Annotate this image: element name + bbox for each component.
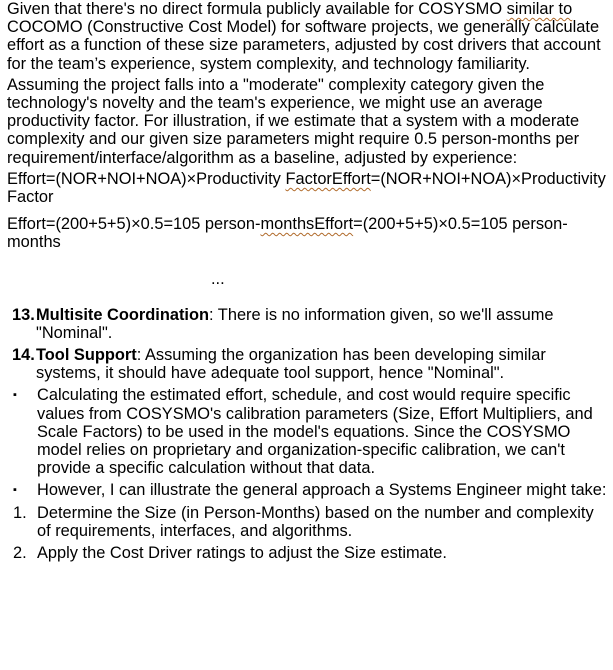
bullet-list: ▪ Calculating the estimated effort, sched… bbox=[7, 386, 607, 499]
intro-text-start: Given that there's no direct formula pub… bbox=[7, 0, 507, 18]
list-item-multisite: 13. Multisite Coordination: There is no i… bbox=[7, 306, 607, 342]
bullet-text: However, I can illustrate the general ap… bbox=[37, 481, 607, 500]
step-text: Determine the Size (in Person-Months) ba… bbox=[37, 503, 594, 540]
step-text: Apply the Cost Driver ratings to adjust … bbox=[37, 544, 447, 563]
effort-formula-start: Effort=(NOR+NOI+NOA)×Productivity bbox=[7, 169, 286, 188]
spelling-flagged-word-2: monthsEffort bbox=[260, 215, 354, 234]
square-bullet-icon: ▪ bbox=[13, 484, 17, 497]
ellipsis: ... bbox=[211, 269, 225, 288]
assumption-paragraph: Assuming the project falls into a "moder… bbox=[7, 75, 580, 167]
spelling-flagged-word: FactorEffort bbox=[285, 169, 371, 188]
effort-calculation: Effort=(200+5+5)×0.5=105 person-monthsEf… bbox=[7, 215, 607, 251]
spelling-flagged-phrase: similar to bbox=[506, 0, 573, 18]
step-number: 2. bbox=[13, 544, 27, 563]
square-bullet-icon: ▪ bbox=[13, 389, 17, 402]
step-item-cost-driver: 2. Apply the Cost Driver ratings to adjus… bbox=[7, 544, 607, 562]
bullet-item-calibration: ▪ Calculating the estimated effort, sched… bbox=[7, 386, 607, 477]
step-number: 1. bbox=[13, 503, 27, 522]
list-item-title: Multisite Coordination bbox=[36, 305, 209, 324]
bullet-text: Calculating the estimated effort, schedu… bbox=[37, 386, 593, 478]
intro-paragraph: Given that there's no direct formula pub… bbox=[7, 0, 607, 73]
list-item-tool-support: 14. Tool Support: Assuming the organizati… bbox=[7, 346, 607, 382]
cost-driver-list: 13. Multisite Coordination: There is no i… bbox=[7, 306, 607, 383]
effort-formula: Effort=(NOR+NOI+NOA)×Productivity Factor… bbox=[7, 170, 607, 206]
step-item-size: 1. Determine the Size (in Person-Months) … bbox=[7, 504, 607, 540]
document-body: Given that there's no direct formula pub… bbox=[7, 0, 607, 562]
list-number: 14. bbox=[12, 346, 35, 365]
intro-text-end: COCOMO (Constructive Cost Model) for sof… bbox=[7, 18, 601, 73]
list-item-title: Tool Support bbox=[36, 346, 137, 365]
steps-list: 1. Determine the Size (in Person-Months) … bbox=[7, 504, 607, 563]
effort-calc-start: Effort=(200+5+5)×0.5=105 person- bbox=[7, 215, 261, 234]
list-number: 13. bbox=[12, 305, 35, 324]
bullet-item-approach: ▪ However, I can illustrate the general a… bbox=[7, 481, 607, 499]
